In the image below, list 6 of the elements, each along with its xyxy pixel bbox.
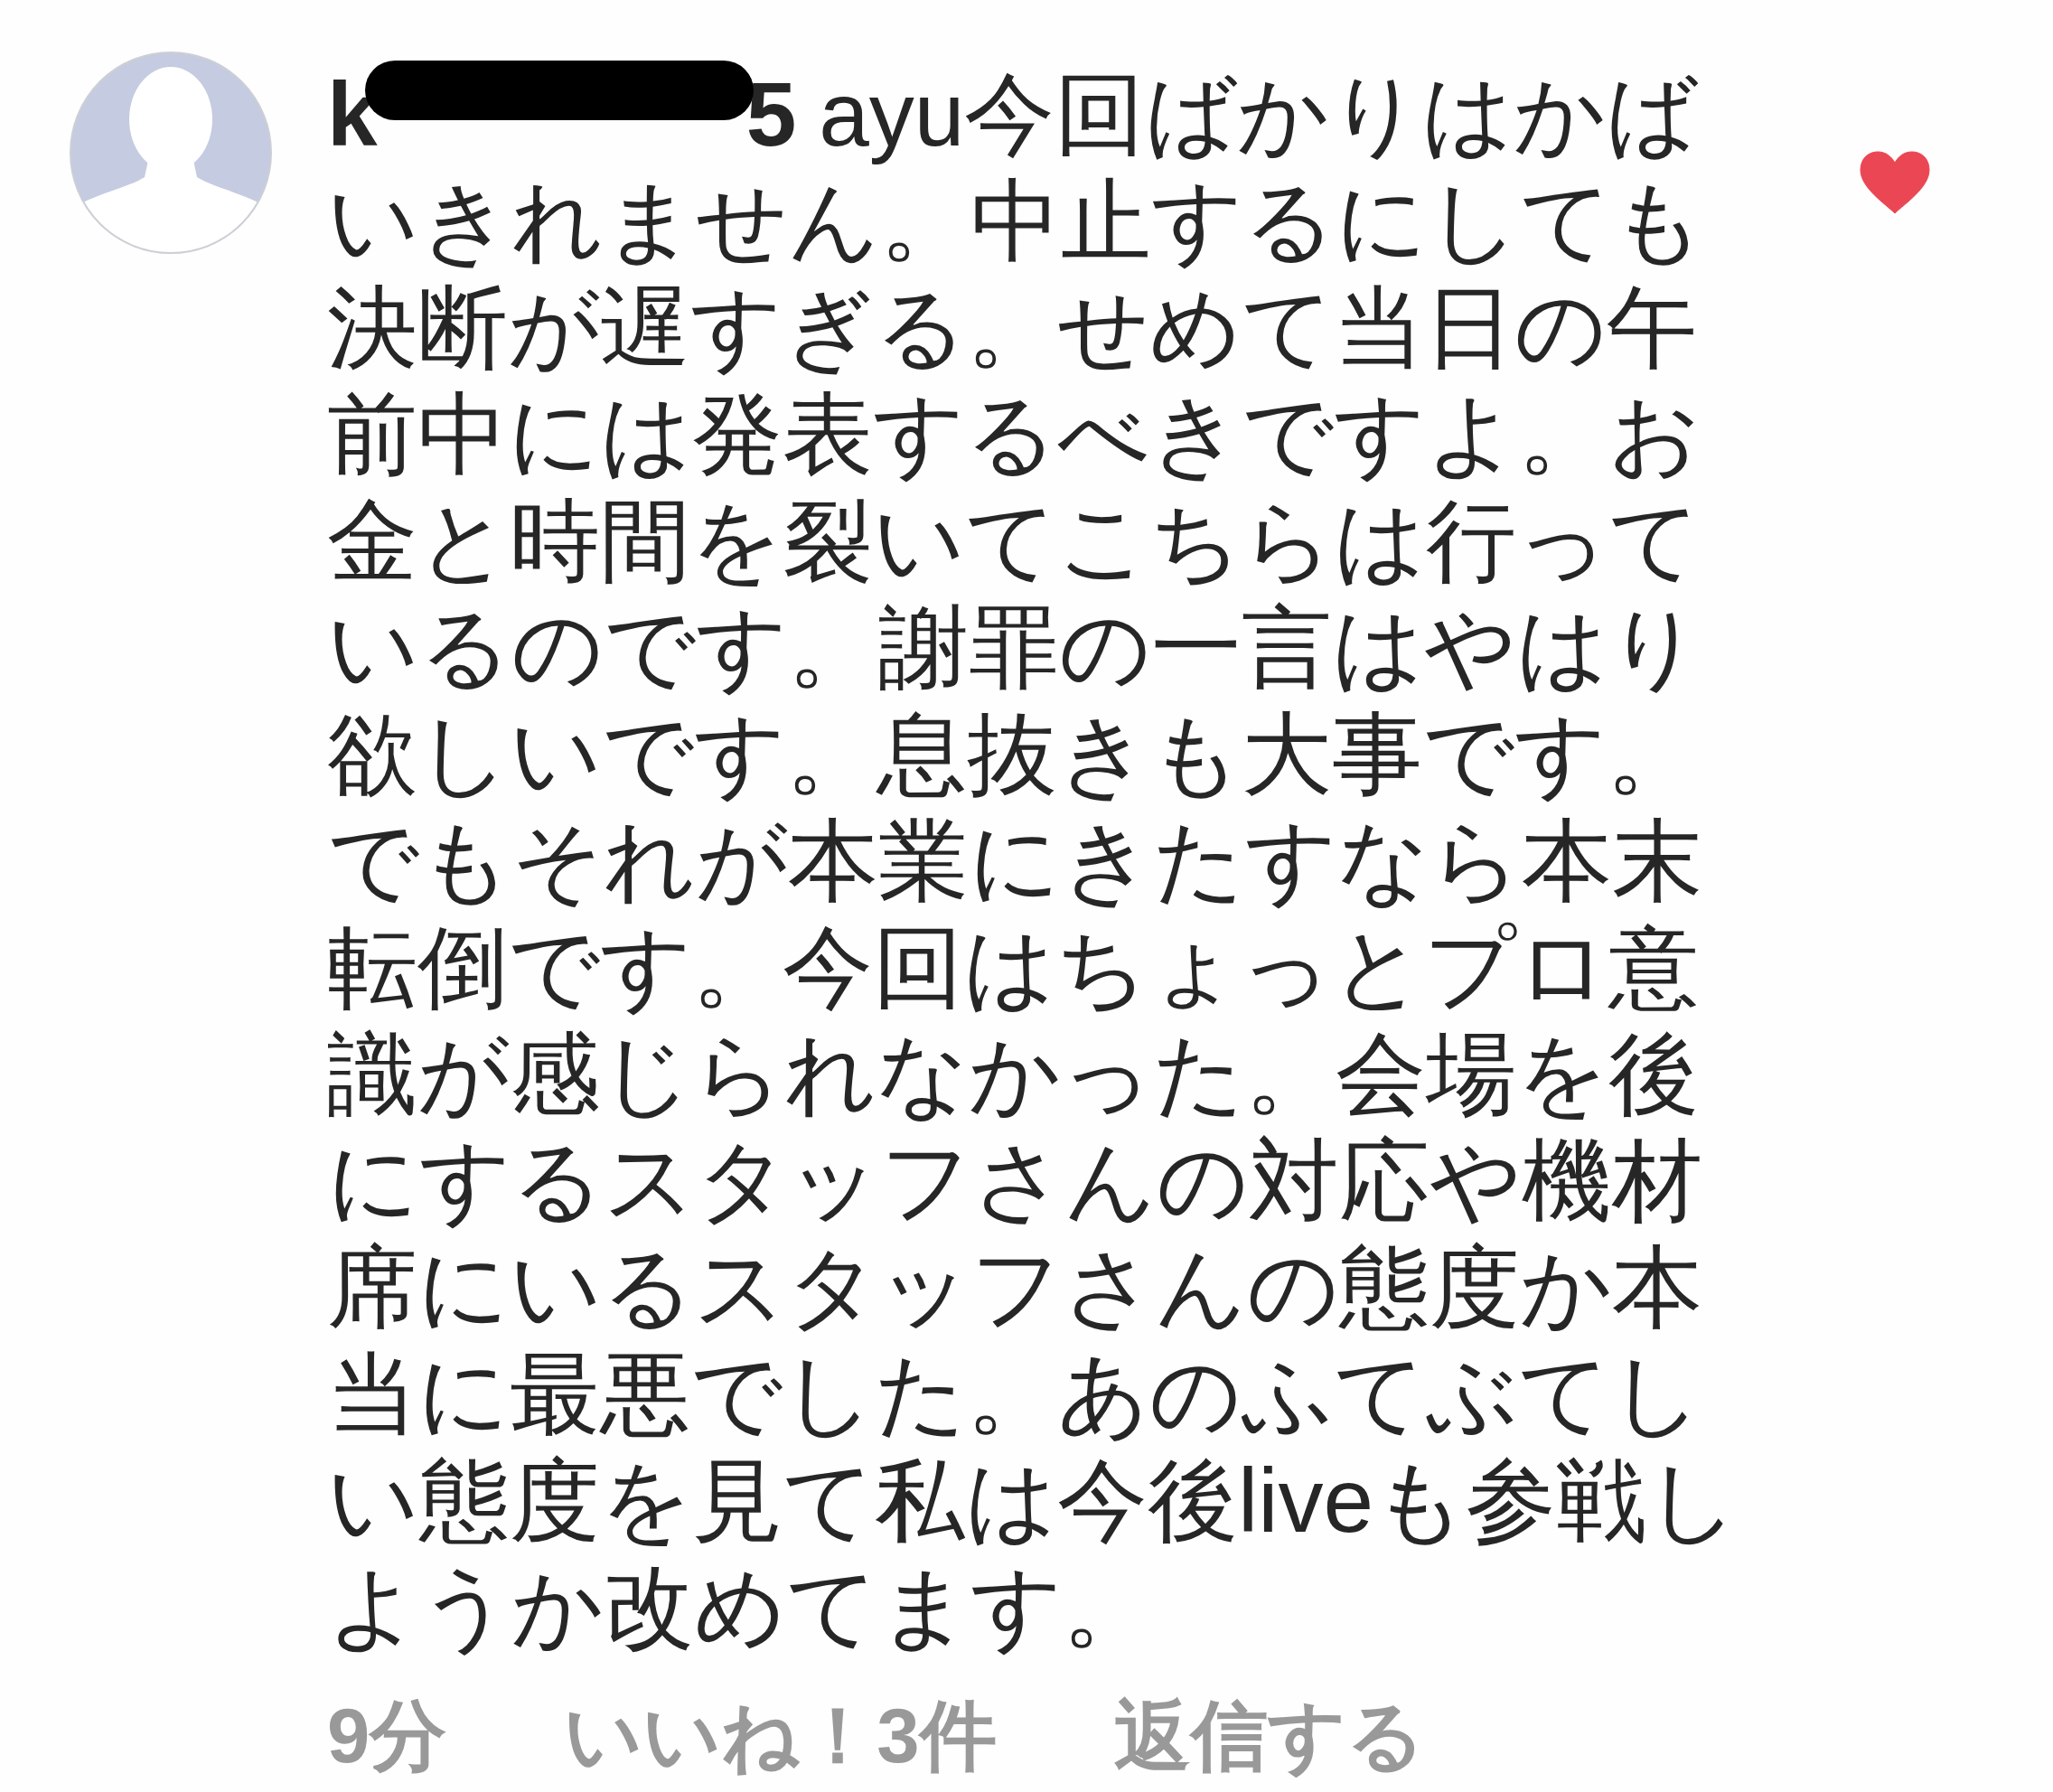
comment-text: k 5 ayu今回ばかりはかばいきれません。中止するにしても決断が遅すぎる。せめて当日の午前中には発表するべきですよ。お金と時間を裂いてこちらは行っているのです。謝罪の一言はやはり欲しいです。息抜きも大事です。でもそれが本業にきたすなら本末転倒です。今回はちょっとプロ意識が感じられなかった。会場を後にするスタッフさんの対応や機材席にいるスタッフさんの態度か本当に最悪でした。あのふてぶてしい態度を見て私は今後liveも参戦しようか改めてます。 xyxy=(327,61,1755,1660)
reply-button[interactable]: 返信する xyxy=(1113,1691,1425,1781)
username-link[interactable]: k 5 xyxy=(327,63,797,164)
likes-count-button[interactable]: いいね！3件 xyxy=(564,1691,997,1781)
timestamp: 9分 xyxy=(327,1692,447,1780)
heart-icon[interactable] xyxy=(1859,150,1931,215)
